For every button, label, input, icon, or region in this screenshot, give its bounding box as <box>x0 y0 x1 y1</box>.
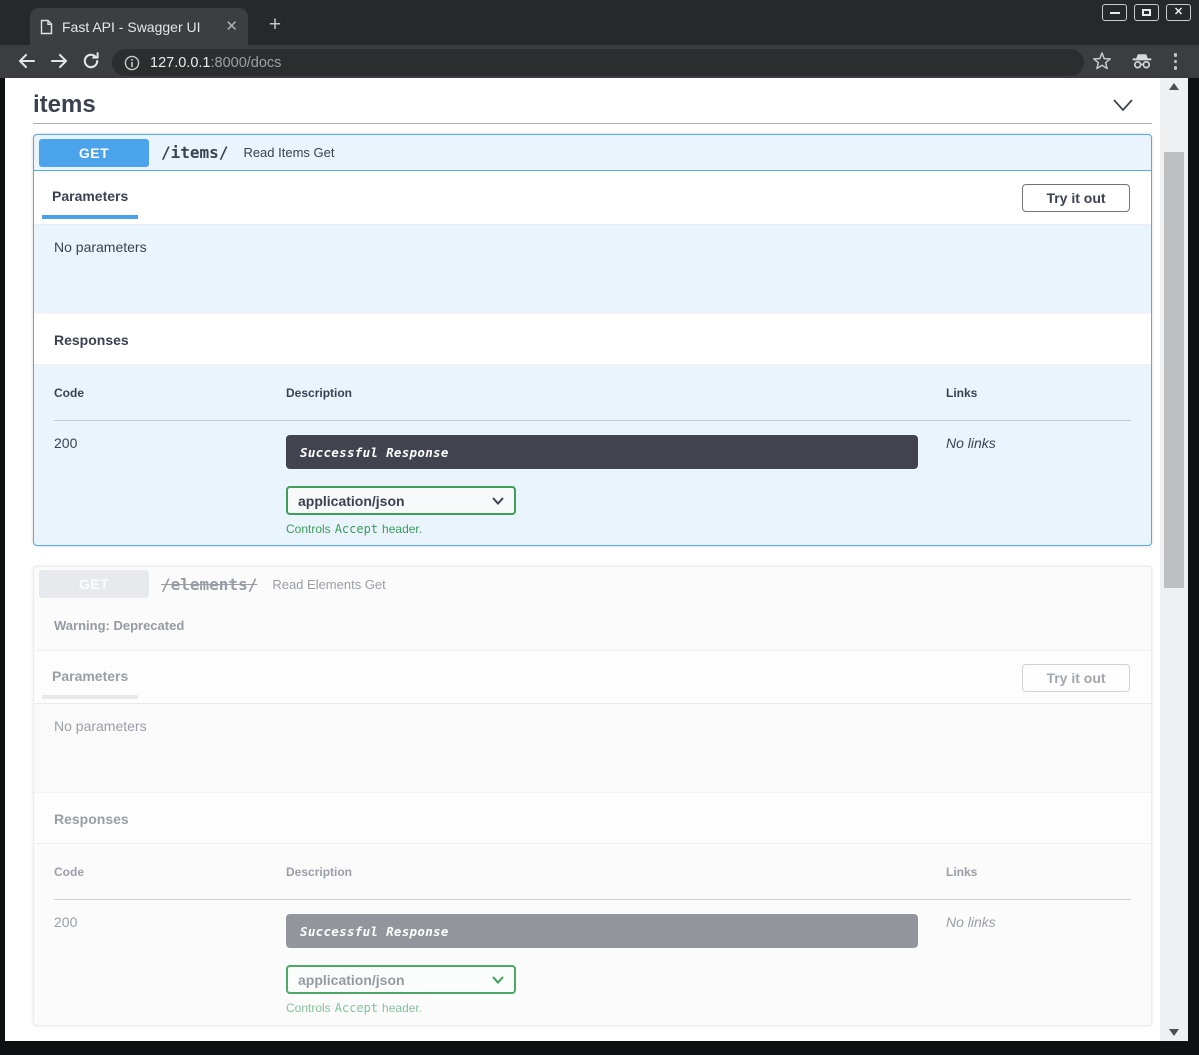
forward-button[interactable] <box>49 51 70 71</box>
response-code: 200 <box>54 914 286 1015</box>
tab-strip: Fast API - Swagger UI ✕ + ✕ <box>0 0 1199 45</box>
tag-section-header[interactable]: items <box>33 86 1152 124</box>
deprecated-warning: Warning: Deprecated <box>34 601 1151 650</box>
scroll-down-icon <box>1169 1029 1179 1036</box>
responses-label: Responses <box>54 332 129 348</box>
response-description-box: Successful Response <box>286 914 918 948</box>
links-column-header: Links <box>946 865 1131 879</box>
no-parameters-text: No parameters <box>54 239 147 255</box>
close-icon: ✕ <box>1174 7 1183 18</box>
responses-table-header: Code Description Links <box>54 365 1131 421</box>
method-badge: GET <box>39 570 149 598</box>
url-bar[interactable]: 127.0.0.1:8000/docs <box>112 49 1084 76</box>
responses-label: Responses <box>54 811 129 827</box>
response-code: 200 <box>54 435 286 536</box>
info-icon[interactable] <box>124 55 140 71</box>
no-links-text: No links <box>946 435 1131 536</box>
back-button[interactable] <box>16 51 37 71</box>
opblock-summary[interactable]: GET /elements/ Read Elements Get <box>34 567 1151 601</box>
media-type-select[interactable]: application/json <box>286 965 516 994</box>
minimize-button[interactable] <box>1102 4 1127 21</box>
select-chevron-icon <box>492 976 504 984</box>
responses-header: Responses <box>34 313 1151 365</box>
page-content: items GET /items/ Read Items Get Paramet… <box>5 78 1160 1041</box>
parameters-label: Parameters <box>42 188 138 219</box>
try-it-out-button[interactable]: Try it out <box>1022 184 1130 212</box>
reload-button[interactable] <box>81 51 101 71</box>
window-controls: ✕ <box>1102 4 1191 21</box>
scroll-up-button[interactable] <box>1160 78 1188 95</box>
try-it-out-button[interactable]: Try it out <box>1022 664 1130 692</box>
url-path: :8000/docs <box>210 55 281 71</box>
opblock-get-elements-deprecated: GET /elements/ Read Elements Get Warning… <box>33 566 1152 1026</box>
star-icon <box>1093 52 1111 70</box>
parameters-body: No parameters <box>34 704 1151 792</box>
maximize-icon <box>1142 9 1151 16</box>
tab-title: Fast API - Swagger UI <box>62 19 219 35</box>
responses-table: Code Description Links 200 Successful Re… <box>34 844 1151 1015</box>
vertical-scrollbar[interactable] <box>1160 78 1188 1041</box>
parameters-header-row: Parameters Try it out <box>34 171 1151 225</box>
minimize-icon <box>1110 12 1120 14</box>
endpoint-path: /items/ <box>161 143 228 162</box>
back-icon <box>16 51 37 71</box>
endpoint-path: /elements/ <box>161 575 257 594</box>
description-column-header: Description <box>286 386 946 400</box>
scroll-down-button[interactable] <box>1160 1024 1188 1041</box>
chevron-down-icon[interactable] <box>1112 98 1134 112</box>
response-description-box: Successful Response <box>286 435 918 469</box>
media-type-value: application/json <box>298 972 405 988</box>
document-icon <box>40 19 53 35</box>
no-parameters-text: No parameters <box>54 718 147 734</box>
tab-close-icon[interactable]: ✕ <box>225 19 238 34</box>
no-links-text: No links <box>946 914 1131 1015</box>
media-type-select[interactable]: application/json <box>286 486 516 515</box>
parameters-header-row: Parameters Try it out <box>34 650 1151 704</box>
scroll-thumb[interactable] <box>1164 152 1184 588</box>
maximize-button[interactable] <box>1134 4 1159 21</box>
parameters-body: No parameters <box>34 225 1151 313</box>
parameters-label: Parameters <box>42 668 138 699</box>
responses-table-header: Code Description Links <box>54 844 1131 900</box>
response-row: 200 Successful Response application/json… <box>54 421 1131 536</box>
bookmark-star-button[interactable] <box>1093 52 1111 70</box>
incognito-icon <box>1131 53 1153 69</box>
url-host: 127.0.0.1 <box>150 55 210 71</box>
method-badge: GET <box>39 139 149 167</box>
browser-tab[interactable]: Fast API - Swagger UI ✕ <box>30 8 248 45</box>
select-chevron-icon <box>492 497 504 505</box>
responses-table: Code Description Links 200 Successful Re… <box>34 365 1151 536</box>
opblock-get-items: GET /items/ Read Items Get Parameters Tr… <box>33 134 1152 546</box>
links-column-header: Links <box>946 386 1131 400</box>
controls-accept-note: ControlsAcceptheader. <box>286 522 946 536</box>
browser-menu-button[interactable] <box>1174 53 1178 70</box>
scroll-up-icon <box>1169 83 1179 90</box>
controls-accept-note: ControlsAcceptheader. <box>286 1001 946 1015</box>
response-row: 200 Successful Response application/json… <box>54 900 1131 1015</box>
description-column-header: Description <box>286 865 946 879</box>
reload-icon <box>81 51 101 71</box>
swagger-ui: items GET /items/ Read Items Get Paramet… <box>5 78 1160 1026</box>
endpoint-summary: Read Elements Get <box>272 577 385 592</box>
media-type-value: application/json <box>298 493 405 509</box>
responses-header: Responses <box>34 792 1151 844</box>
new-tab-button[interactable]: + <box>262 12 288 38</box>
code-column-header: Code <box>54 386 286 400</box>
tag-title: items <box>33 91 96 119</box>
endpoint-summary: Read Items Get <box>243 145 334 160</box>
opblock-summary[interactable]: GET /items/ Read Items Get <box>34 135 1151 171</box>
close-button[interactable]: ✕ <box>1166 4 1191 21</box>
code-column-header: Code <box>54 865 286 879</box>
forward-icon <box>49 51 70 71</box>
